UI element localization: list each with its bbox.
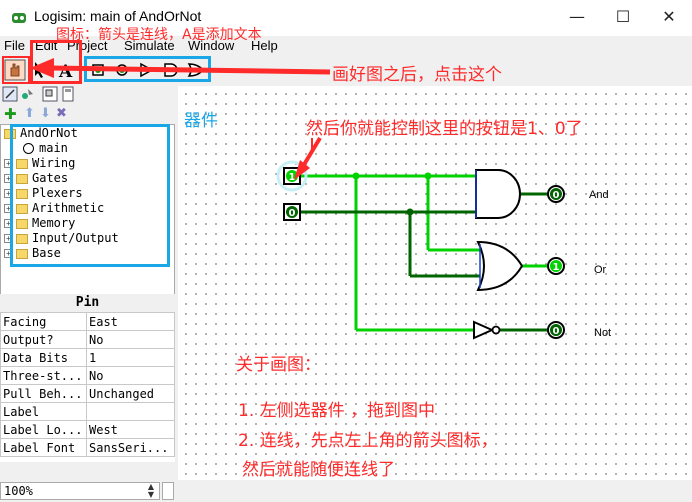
annotation-step3: 然后就能随便连线了 xyxy=(242,460,395,480)
annotation-click-this: 画好图之后，点击这个 xyxy=(332,65,502,85)
annotation-toolbar-icons: 图标：箭头是连线，A是添加文本 xyxy=(56,27,262,43)
arrow-to-poke-tool xyxy=(49,65,331,75)
arrow-head-input xyxy=(294,160,310,180)
annotation-drawing-title: 关于画图： xyxy=(236,355,321,375)
annotation-control-buttons: 然后你就能控制这里的按钮是1、0了 xyxy=(306,119,583,139)
annotation-components: 器件 xyxy=(184,111,218,131)
annotation-step2: 2. 连线，先点左上角的箭头图标， xyxy=(238,431,498,451)
annotation-step1: 1. 左侧选器件 ，拖到图中 xyxy=(238,401,436,421)
arrow-head-poke xyxy=(30,58,54,78)
